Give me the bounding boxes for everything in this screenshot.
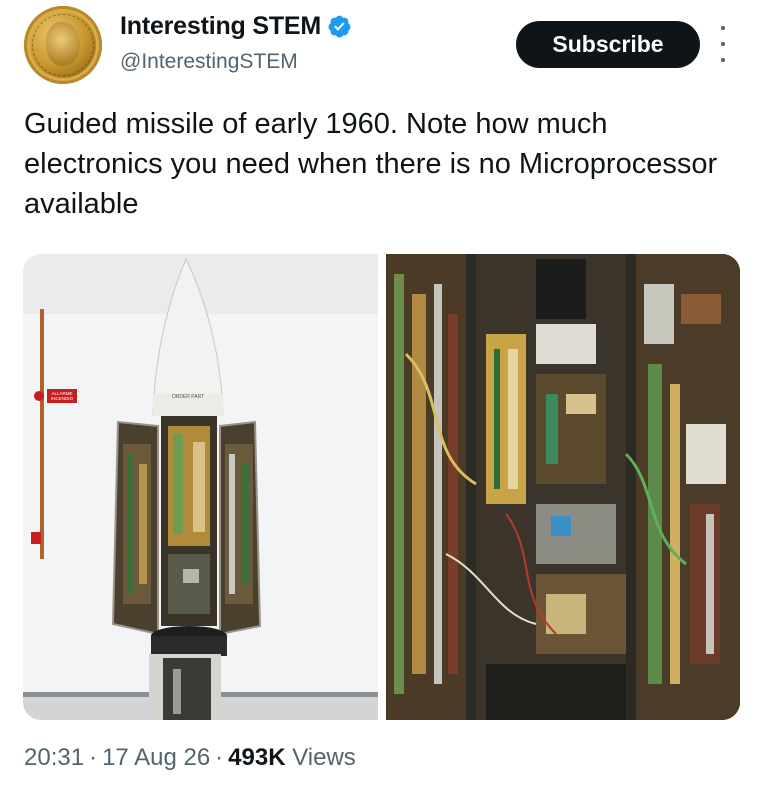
account-name-row[interactable]: Interesting STEM	[120, 9, 352, 43]
account-name[interactable]: Interesting STEM	[120, 12, 321, 41]
missile-exterior-illustration: ALLARME INCENDIO ORDER PART	[23, 254, 378, 720]
verified-badge-icon	[328, 15, 351, 37]
more-dot	[721, 26, 725, 30]
missile-closeup-illustration	[386, 254, 740, 720]
tweet-text: Guided missile of early 1960. Note how m…	[24, 108, 718, 220]
more-dot	[721, 58, 725, 62]
separator-dot: ·	[215, 744, 224, 771]
more-dot	[721, 42, 725, 46]
profile-avatar[interactable]	[24, 6, 102, 84]
views-label: Views	[292, 744, 356, 771]
svg-text:INCENDIO: INCENDIO	[51, 396, 74, 401]
medal-portrait	[46, 22, 80, 66]
missile-photo-closeup[interactable]	[386, 254, 740, 720]
views-count: 493K	[228, 744, 286, 771]
missile-photo-exterior[interactable]: ALLARME INCENDIO ORDER PART	[23, 254, 378, 720]
tweet-media[interactable]: ALLARME INCENDIO ORDER PART	[23, 254, 740, 720]
svg-text:ORDER PART: ORDER PART	[172, 394, 204, 400]
account-handle[interactable]: @InterestingSTEM	[120, 50, 298, 74]
tweet-meta: 20:31 · 17 Aug 26 · 493K Views	[24, 744, 356, 772]
tweet-date[interactable]: 17 Aug 26	[102, 744, 210, 771]
separator-dot: ·	[89, 744, 98, 771]
tweet-time[interactable]: 20:31	[24, 744, 84, 771]
more-vertical-icon[interactable]	[715, 26, 731, 62]
subscribe-button[interactable]: Subscribe	[516, 21, 700, 68]
